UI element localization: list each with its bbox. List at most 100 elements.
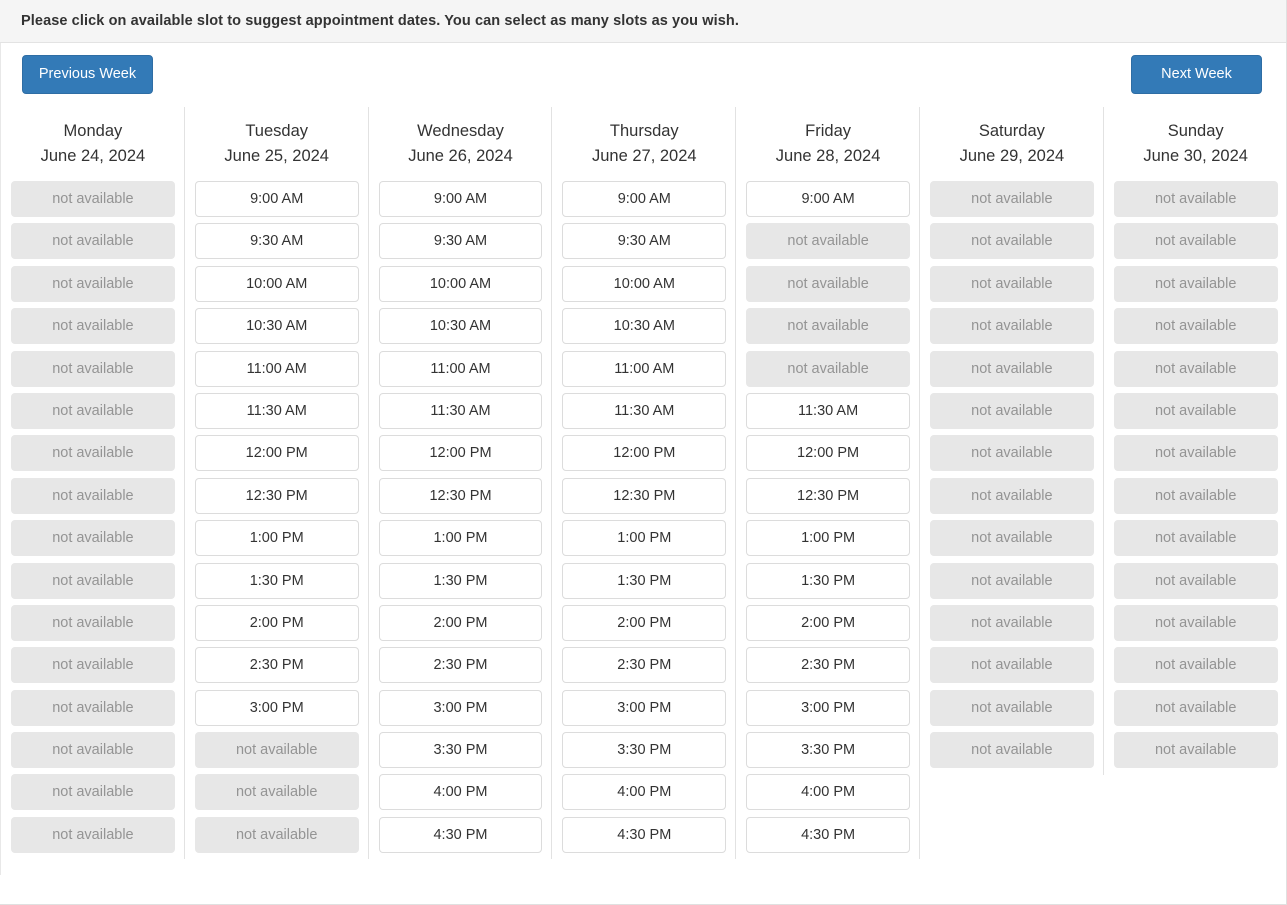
day-date: June 29, 2024 xyxy=(959,147,1065,165)
time-slot-available[interactable]: 4:00 PM xyxy=(378,774,543,811)
time-slot-unavailable: not available xyxy=(11,477,175,514)
time-slot-available[interactable]: 3:00 PM xyxy=(562,689,727,726)
time-slot-available[interactable]: 12:30 PM xyxy=(746,477,910,514)
day-column-header: Monday June 24, 2024 xyxy=(11,107,175,178)
time-slot-available[interactable]: 2:00 PM xyxy=(746,604,910,641)
time-slot-unavailable: not available xyxy=(194,732,359,769)
time-slot-available[interactable]: 9:30 AM xyxy=(194,223,359,260)
time-slot-unavailable: not available xyxy=(929,265,1094,302)
time-slot-unavailable: not available xyxy=(194,816,359,853)
time-slot-available[interactable]: 3:30 PM xyxy=(562,732,727,769)
time-slot-available[interactable]: 3:00 PM xyxy=(378,689,543,726)
time-slot-available[interactable]: 1:30 PM xyxy=(378,562,543,599)
time-slot-available[interactable]: 4:00 PM xyxy=(562,774,727,811)
day-name: Wednesday xyxy=(417,122,504,140)
day-column-header: Saturday June 29, 2024 xyxy=(930,107,1094,178)
time-slot-available[interactable]: 3:00 PM xyxy=(746,689,910,726)
time-slot-available[interactable]: 2:30 PM xyxy=(562,647,727,684)
day-column-monday: Monday June 24, 2024 not available not avai… xyxy=(1,107,185,875)
time-slot-available[interactable]: 12:00 PM xyxy=(378,435,543,472)
time-slot-unavailable: not available xyxy=(929,477,1094,514)
time-slot-available[interactable]: 1:00 PM xyxy=(562,520,727,557)
slot-list: 9:00 AM 9:30 AM 10:00 AM 10:30 AM 11:00 AM 11… xyxy=(378,178,543,853)
time-slot-available[interactable]: 2:30 PM xyxy=(194,647,359,684)
time-slot-available[interactable]: 4:30 PM xyxy=(562,816,727,853)
time-slot-available[interactable]: 11:30 AM xyxy=(746,392,910,429)
time-slot-available[interactable]: 3:30 PM xyxy=(746,732,910,769)
time-slot-available[interactable]: 1:30 PM xyxy=(746,562,910,599)
time-slot-available[interactable]: 1:30 PM xyxy=(562,562,727,599)
time-slot-available[interactable]: 11:30 AM xyxy=(562,392,727,429)
time-slot-available[interactable]: 10:00 AM xyxy=(562,265,727,302)
next-week-button[interactable]: Next Week xyxy=(1131,55,1262,94)
time-slot-available[interactable]: 11:00 AM xyxy=(562,350,727,387)
time-slot-available[interactable]: 9:00 AM xyxy=(378,181,543,217)
time-slot-unavailable: not available xyxy=(1113,265,1278,302)
time-slot-available[interactable]: 9:30 AM xyxy=(562,223,727,260)
time-slot-available[interactable]: 10:30 AM xyxy=(378,308,543,345)
time-slot-unavailable: not available xyxy=(929,732,1094,769)
time-slot-available[interactable]: 1:30 PM xyxy=(194,562,359,599)
time-slot-available[interactable]: 2:00 PM xyxy=(194,604,359,641)
day-date: June 28, 2024 xyxy=(775,147,881,165)
time-slot-available[interactable]: 4:00 PM xyxy=(746,774,910,811)
time-slot-unavailable: not available xyxy=(11,562,175,599)
time-slot-unavailable: not available xyxy=(1113,435,1278,472)
time-slot-available[interactable]: 4:30 PM xyxy=(746,816,910,853)
slot-list: not available not available not available n… xyxy=(1113,178,1278,769)
time-slot-available[interactable]: 1:00 PM xyxy=(378,520,543,557)
time-slot-unavailable: not available xyxy=(1113,647,1278,684)
time-slot-unavailable: not available xyxy=(11,604,175,641)
day-name: Sunday xyxy=(1167,122,1224,140)
time-slot-available[interactable]: 10:30 AM xyxy=(194,308,359,345)
time-slot-available[interactable]: 12:00 PM xyxy=(194,435,359,472)
time-slot-available[interactable]: 4:30 PM xyxy=(378,816,543,853)
time-slot-unavailable: not available xyxy=(929,562,1094,599)
time-slot-unavailable: not available xyxy=(746,223,910,260)
day-column-header: Wednesday June 26, 2024 xyxy=(379,107,543,178)
day-column-header: Tuesday June 25, 2024 xyxy=(195,107,359,178)
time-slot-unavailable: not available xyxy=(1113,223,1278,260)
time-slot-available[interactable]: 2:30 PM xyxy=(378,647,543,684)
slot-list: not available not available not available n… xyxy=(929,178,1094,769)
time-slot-available[interactable]: 12:30 PM xyxy=(378,477,543,514)
time-slot-unavailable: not available xyxy=(11,181,175,217)
time-slot-available[interactable]: 10:30 AM xyxy=(562,308,727,345)
time-slot-available[interactable]: 12:30 PM xyxy=(562,477,727,514)
day-name: Saturday xyxy=(978,122,1045,140)
day-column-header: Thursday June 27, 2024 xyxy=(562,107,726,178)
time-slot-available[interactable]: 11:00 AM xyxy=(194,350,359,387)
time-slot-available[interactable]: 9:00 AM xyxy=(746,181,910,217)
time-slot-available[interactable]: 12:00 PM xyxy=(746,435,910,472)
slot-list: 9:00 AM not available not available not ava… xyxy=(746,178,910,853)
time-slot-available[interactable]: 9:30 AM xyxy=(378,223,543,260)
day-column-friday: Friday June 28, 2024 9:00 AM not available n… xyxy=(736,107,920,875)
time-slot-available[interactable]: 11:30 AM xyxy=(378,392,543,429)
time-slot-unavailable: not available xyxy=(746,265,910,302)
time-slot-available[interactable]: 3:00 PM xyxy=(194,689,359,726)
appointment-scheduler-page: Please click on available slot to sugges… xyxy=(0,0,1287,905)
time-slot-available[interactable]: 9:00 AM xyxy=(562,181,727,217)
time-slot-available[interactable]: 10:00 AM xyxy=(378,265,543,302)
day-column-thursday: Thursday June 27, 2024 9:00 AM 9:30 AM 10:00… xyxy=(552,107,737,875)
time-slot-unavailable: not available xyxy=(929,647,1094,684)
slot-list: 9:00 AM 9:30 AM 10:00 AM 10:30 AM 11:00 AM 11… xyxy=(194,178,359,853)
time-slot-unavailable: not available xyxy=(1113,604,1278,641)
time-slot-available[interactable]: 2:00 PM xyxy=(378,604,543,641)
time-slot-available[interactable]: 1:00 PM xyxy=(746,520,910,557)
time-slot-available[interactable]: 12:30 PM xyxy=(194,477,359,514)
time-slot-available[interactable]: 2:30 PM xyxy=(746,647,910,684)
time-slot-available[interactable]: 11:30 AM xyxy=(194,392,359,429)
day-name: Friday xyxy=(805,122,851,140)
time-slot-available[interactable]: 10:00 AM xyxy=(194,265,359,302)
time-slot-available[interactable]: 3:30 PM xyxy=(378,732,543,769)
time-slot-available[interactable]: 1:00 PM xyxy=(194,520,359,557)
time-slot-unavailable: not available xyxy=(11,308,175,345)
time-slot-unavailable: not available xyxy=(929,350,1094,387)
time-slot-unavailable: not available xyxy=(929,520,1094,557)
previous-week-button[interactable]: Previous Week xyxy=(22,55,153,94)
time-slot-available[interactable]: 2:00 PM xyxy=(562,604,727,641)
time-slot-available[interactable]: 11:00 AM xyxy=(378,350,543,387)
time-slot-available[interactable]: 12:00 PM xyxy=(562,435,727,472)
time-slot-available[interactable]: 9:00 AM xyxy=(194,181,359,217)
